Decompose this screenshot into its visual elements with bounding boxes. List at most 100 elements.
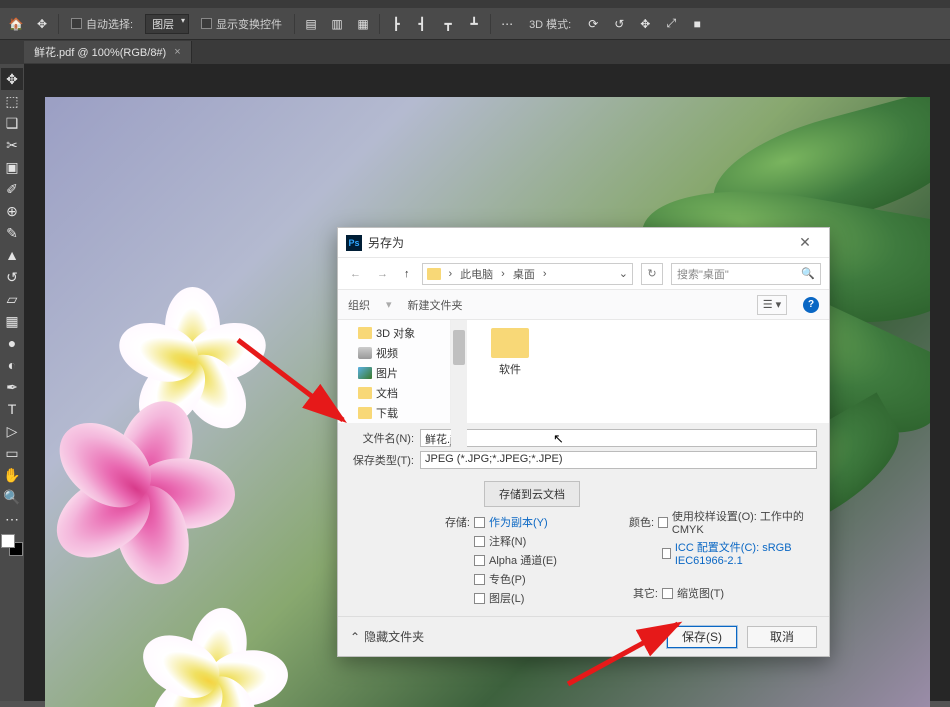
distribute-icon[interactable]: ┣ [386,14,406,34]
eyedropper-tool[interactable]: ✐ [1,178,23,200]
tree-label: 文档 [376,385,398,401]
distribute-icon[interactable]: ┳ [438,14,458,34]
row-icc: ICC 配置文件(C): sRGB IEC61966-2.1 [662,539,817,567]
tree-label: 图片 [376,365,398,381]
options-bar: 🏠 ✥ 自动选择: 图层 显示变换控件 ▤ ▥ ▦ ┣ ┫ ┳ ┻ ⋯ 3D 模… [0,8,950,40]
close-button[interactable]: ✕ [785,230,825,256]
crop-tool[interactable]: ▣ [1,156,23,178]
document-tab[interactable]: 鲜花.pdf @ 100%(RGB/8#) × [24,41,192,63]
hand-tool[interactable]: ✋ [1,464,23,486]
row-other: 其它: 缩览图(T) [628,585,817,601]
3d-icon[interactable]: ↺ [609,14,629,34]
refresh-icon: ↻ [647,267,656,280]
view-mode-button[interactable]: ☰ ▾ [757,295,787,315]
filename-input[interactable]: 鲜花.jpg [420,429,817,447]
chevron-icon: ⌃ [350,630,360,644]
nav-refresh[interactable]: ↻ [641,263,663,285]
checkbox-icon[interactable] [662,548,671,559]
pen-tool[interactable]: ✒ [1,376,23,398]
edit-toolbar[interactable]: ⋯ [1,508,23,530]
scrollbar-thumb[interactable] [453,330,465,365]
nav-forward[interactable]: → [373,266,392,282]
checkbox-icon[interactable] [662,588,673,599]
healing-tool[interactable]: ⊕ [1,200,23,222]
close-icon[interactable]: × [174,46,180,58]
save-as-dialog: Ps 另存为 ✕ ← → ↑ › 此电脑 › 桌面 › ⌄ ↻ 搜索"桌面" 🔍… [337,227,830,657]
show-transform-checkbox[interactable]: 显示变换控件 [195,14,288,34]
copy-checkbox-label[interactable]: 作为副本(Y) [489,514,548,530]
quick-select-tool[interactable]: ✂ [1,134,23,156]
history-brush-tool[interactable]: ↺ [1,266,23,288]
dialog-titlebar: Ps 另存为 ✕ [338,228,829,258]
icc-checkbox-label[interactable]: ICC 配置文件(C): sRGB IEC61966-2.1 [675,539,817,567]
cloud-save-button[interactable]: 存储到云文档 [484,481,580,507]
help-icon[interactable]: ? [803,297,819,313]
color-label: 颜色: [628,514,654,530]
organize-button[interactable]: 组织 [348,297,370,313]
3d-icon[interactable]: ✥ [635,14,655,34]
type-tool[interactable]: T [1,398,23,420]
save-label: 存储: [440,514,470,530]
nav-path[interactable]: › 此电脑 › 桌面 › ⌄ [422,263,634,285]
breadcrumb-part[interactable]: 此电脑 [460,266,493,282]
separator [294,14,295,34]
checkbox-icon [201,18,212,29]
checkbox-icon [71,18,82,29]
path-dropdown-icon[interactable]: ⌄ [619,267,628,280]
alpha-checkbox-label: Alpha 通道(E) [489,552,557,568]
fg-color-swatch[interactable] [1,534,15,548]
filetype-select[interactable]: JPEG (*.JPG;*.JPEG;*.JPE) [420,451,817,469]
move-icon[interactable]: ✥ [32,14,52,34]
brush-tool[interactable]: ✎ [1,222,23,244]
auto-select-label: 自动选择: [86,16,133,32]
scrollbar[interactable] [451,320,467,450]
checkbox-icon[interactable] [474,593,485,604]
distribute-icon[interactable]: ┫ [412,14,432,34]
move-tool[interactable]: ✥ [1,68,23,90]
lasso-tool[interactable]: ❑ [1,112,23,134]
checkbox-icon[interactable] [658,517,668,528]
nav-up[interactable]: ↑ [400,266,414,282]
breadcrumb-sep: › [501,268,505,280]
auto-select-checkbox[interactable]: 自动选择: [65,14,139,34]
breadcrumb-part[interactable]: 桌面 [513,266,535,282]
row-save: 存储: 作为副本(Y) [440,514,608,530]
align-icon[interactable]: ▦ [353,14,373,34]
dodge-tool[interactable]: ◐ [1,354,23,376]
gradient-tool[interactable]: ▦ [1,310,23,332]
align-icon[interactable]: ▥ [327,14,347,34]
checkbox-icon[interactable] [474,574,485,585]
checkbox-icon[interactable] [474,517,485,528]
3d-icon[interactable]: ⤢ [661,14,681,34]
file-item[interactable]: 软件 [491,328,529,377]
distribute-icon[interactable]: ┻ [464,14,484,34]
nav-search[interactable]: 搜索"桌面" 🔍 [671,263,821,285]
align-icon[interactable]: ▤ [301,14,321,34]
file-area[interactable]: 软件 ↖ [450,320,829,423]
dialog-options: 存储到云文档 存储: 作为副本(Y) 注释(N) Alpha 通道(E) 专色(… [338,477,829,616]
blur-tool[interactable]: ● [1,332,23,354]
nav-back[interactable]: ← [346,266,365,282]
new-folder-button[interactable]: 新建文件夹 [408,297,463,313]
stamp-tool[interactable]: ▲ [1,244,23,266]
cancel-button[interactable]: 取消 [747,626,817,648]
marquee-tool[interactable]: ⬚ [1,90,23,112]
annotation-arrow [233,335,363,438]
eraser-tool[interactable]: ▱ [1,288,23,310]
checkbox-icon[interactable] [474,536,485,547]
path-select-tool[interactable]: ▷ [1,420,23,442]
app-menubar [0,0,950,8]
3d-icon[interactable]: ■ [687,14,707,34]
hide-folders-toggle[interactable]: ⌃ 隐藏文件夹 [350,628,424,645]
color-swatches[interactable] [1,534,23,556]
file-label: 软件 [499,361,521,377]
shape-tool[interactable]: ▭ [1,442,23,464]
checkbox-icon[interactable] [474,555,485,566]
3d-icon[interactable]: ⟳ [583,14,603,34]
zoom-tool[interactable]: 🔍 [1,486,23,508]
row-alpha: Alpha 通道(E) [474,552,608,568]
more-icon[interactable]: ⋯ [497,14,517,34]
layer-dropdown[interactable]: 图层 [145,14,189,34]
filetype-label: 保存类型(T): [350,452,414,468]
home-icon[interactable]: 🏠 [6,14,26,34]
